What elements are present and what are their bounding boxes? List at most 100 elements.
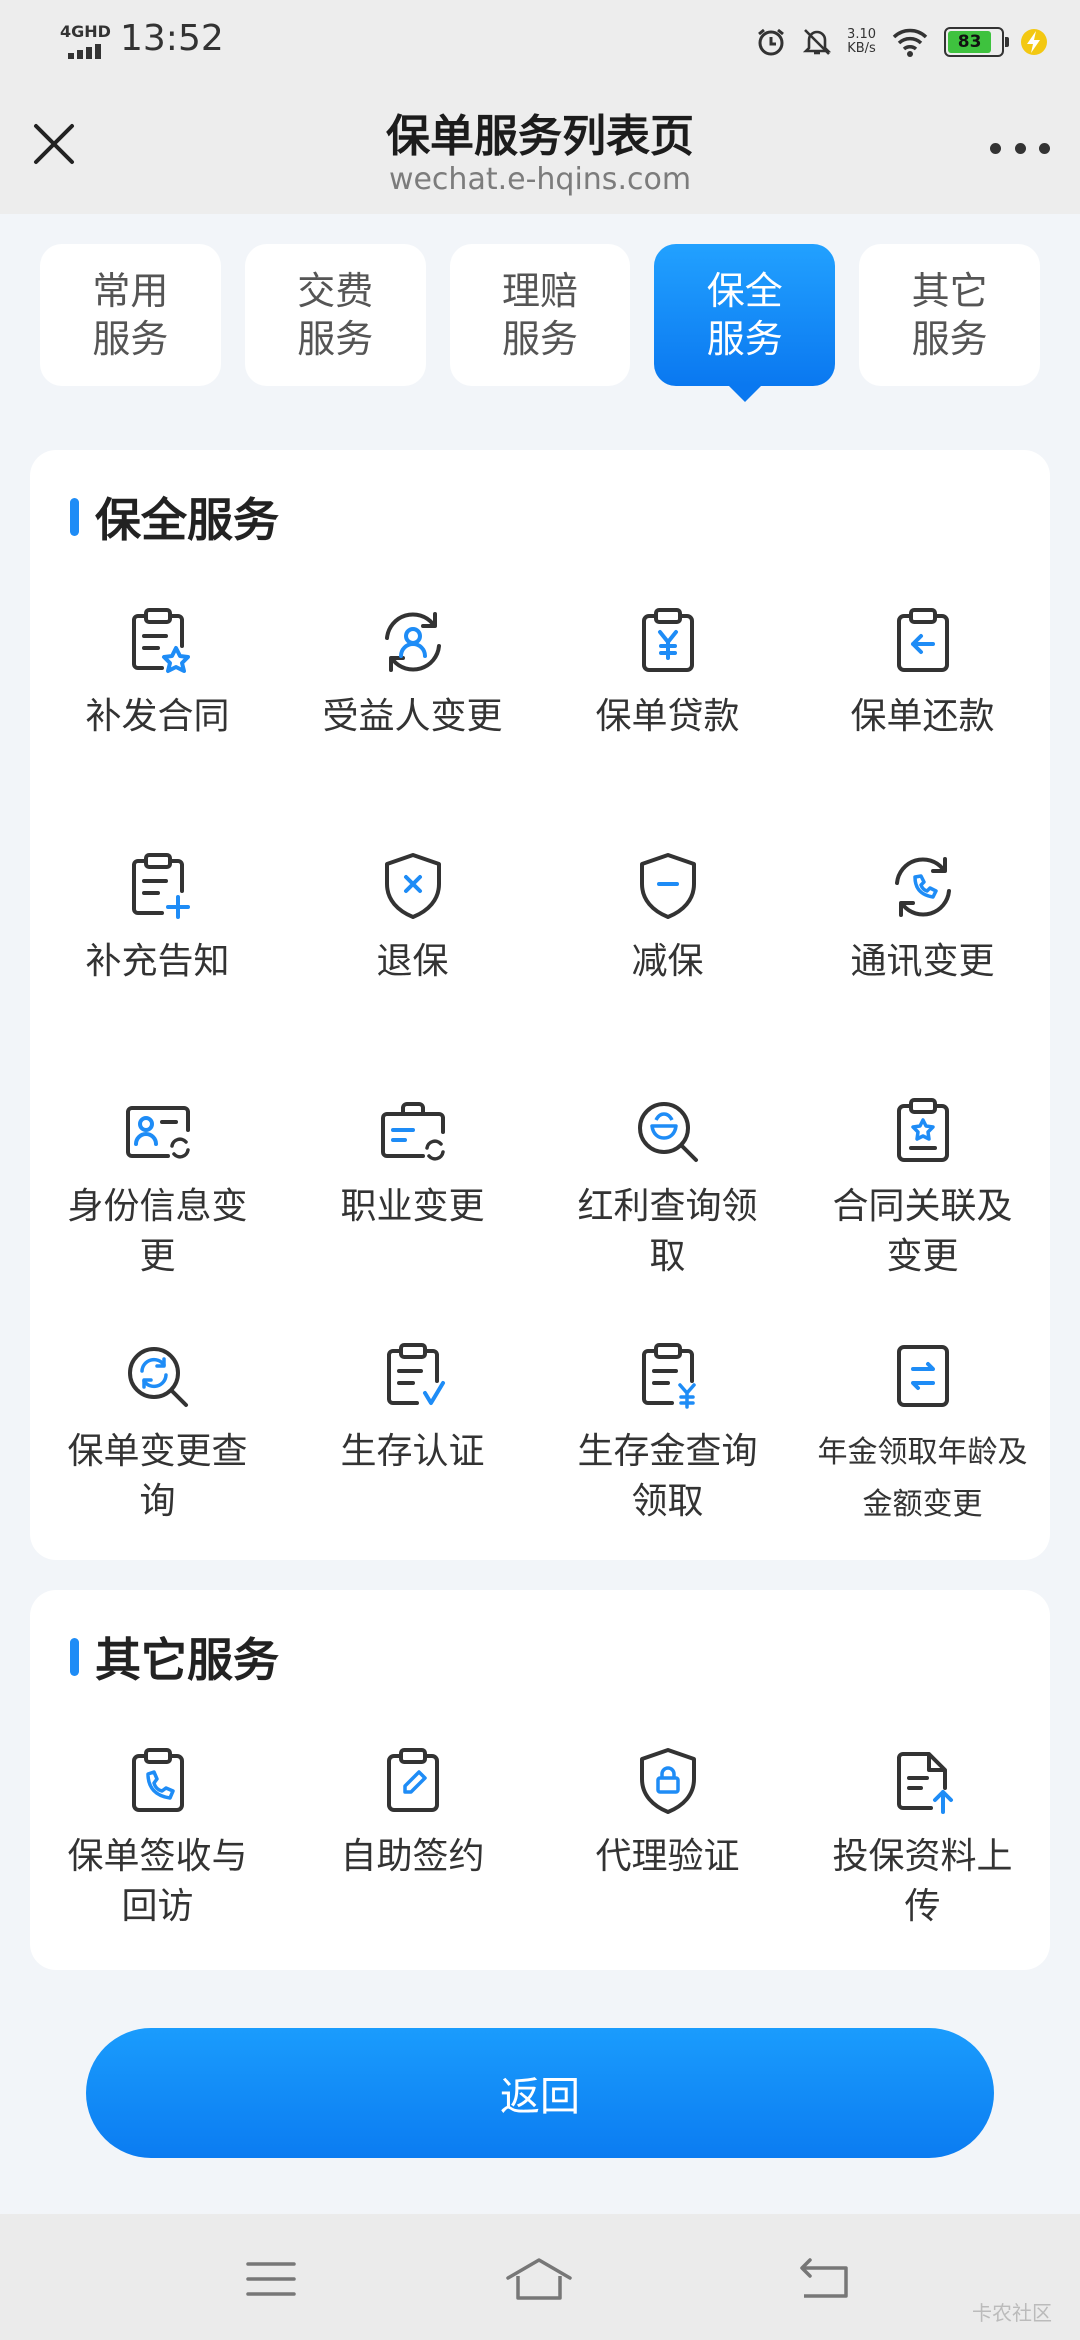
- speed-unit: KB/s: [847, 41, 876, 56]
- service-occupation-change[interactable]: 职业变更: [285, 1092, 540, 1337]
- network-type: 4GHD: [60, 22, 111, 41]
- service-agent-verify[interactable]: 代理验证: [540, 1742, 795, 1942]
- receipt-callback-icon: [131, 1748, 184, 1812]
- supplement-notice-icon: [131, 853, 190, 919]
- nav-home-button[interactable]: [504, 2254, 574, 2304]
- alarm-icon: [755, 26, 787, 58]
- service-label: 红利查询领取: [577, 1186, 758, 1277]
- tab-label-line1: 其它: [911, 269, 988, 313]
- battery-indicator: 83: [944, 27, 1009, 57]
- section-accent-bar: [70, 1638, 79, 1676]
- agent-verify-icon: [639, 1748, 696, 1814]
- policy-repay-icon: [896, 608, 949, 672]
- preservation-services-card: 保全服务 补发合同 受益人变更 保单贷款 保单还款 补充告知 退保 减保 通讯变…: [30, 450, 1050, 1560]
- service-contact-change[interactable]: 通讯变更: [795, 847, 1050, 1092]
- network-indicator: 4GHD: [60, 22, 112, 59]
- mute-icon: [801, 26, 833, 58]
- service-label: 减保: [631, 941, 704, 982]
- service-dividend-query[interactable]: 红利查询领取: [540, 1092, 795, 1337]
- service-supplement-notice[interactable]: 补充告知: [30, 847, 285, 1092]
- service-document-upload[interactable]: 投保资料上传: [795, 1742, 1050, 1942]
- surrender-icon: [384, 853, 441, 919]
- status-time: 13:52: [120, 18, 224, 59]
- service-reduce-coverage[interactable]: 减保: [540, 847, 795, 1092]
- tab-label-line1: 理赔: [501, 269, 578, 313]
- survival-auth-icon: [386, 1343, 445, 1405]
- service-beneficiary-change[interactable]: 受益人变更: [285, 602, 540, 847]
- service-policy-repay[interactable]: 保单还款: [795, 602, 1050, 847]
- tab-label-line2: 服务: [92, 317, 169, 361]
- category-tabs: 常用 服务 交费 服务 理赔 服务 保全 服务 其它 服务: [40, 244, 1040, 402]
- battery-level: 83: [948, 31, 992, 53]
- section-title: 保全服务: [70, 492, 279, 547]
- service-label: 身份信息变更: [67, 1186, 248, 1277]
- survival-benefit-icon: [641, 1343, 696, 1409]
- section-accent-bar: [70, 498, 79, 536]
- tab-label-line1: 交费: [297, 269, 374, 313]
- section-title: 其它服务: [70, 1632, 279, 1687]
- tab-other-services[interactable]: 其它 服务: [859, 244, 1040, 386]
- self-sign-icon: [386, 1748, 439, 1812]
- tab-claims-services[interactable]: 理赔 服务: [449, 244, 631, 386]
- charging-icon: [1018, 26, 1050, 58]
- document-upload-icon: [896, 1752, 953, 1814]
- status-icons: 3.10 KB/s 83: [755, 22, 1050, 62]
- tab-preservation-services[interactable]: 保全 服务: [654, 244, 836, 402]
- service-label: 受益人变更: [322, 696, 503, 737]
- page-title: 保单服务列表页: [386, 111, 694, 162]
- service-label: 保单变更查询: [67, 1431, 248, 1522]
- service-survival-benefit[interactable]: 生存金查询领取: [540, 1337, 795, 1582]
- service-grid: 补发合同 受益人变更 保单贷款 保单还款 补充告知 退保 减保 通讯变更 身份信…: [30, 602, 1050, 1582]
- annuity-change-icon: [896, 1345, 949, 1407]
- service-contract-reissue[interactable]: 补发合同: [30, 602, 285, 847]
- section-title-text: 保全服务: [95, 493, 279, 547]
- service-label: 职业变更: [340, 1186, 485, 1227]
- watermark: 卡农社区: [972, 2301, 1052, 2325]
- more-button[interactable]: [990, 136, 1050, 160]
- speed-value: 3.10: [847, 27, 876, 42]
- service-label: 自助签约: [340, 1836, 485, 1877]
- service-label: 合同关联及变更: [832, 1186, 1013, 1277]
- service-change-query[interactable]: 保单变更查询: [30, 1337, 285, 1582]
- service-label: 代理验证: [595, 1836, 740, 1877]
- tab-label-line2: 服务: [297, 317, 374, 361]
- service-label: 生存金查询领取: [577, 1431, 758, 1522]
- other-services-card: 其它服务 保单签收与回访 自助签约 代理验证 投保资料上传: [30, 1590, 1050, 1970]
- service-label: 保单签收与回访: [67, 1836, 248, 1927]
- back-icon: [800, 2258, 848, 2298]
- service-contract-link[interactable]: 合同关联及变更: [795, 1092, 1050, 1337]
- occupation-change-icon: [380, 1102, 445, 1161]
- service-label: 生存认证: [340, 1431, 485, 1472]
- nav-menu-button[interactable]: [236, 2254, 306, 2304]
- service-label: 保单还款: [850, 696, 995, 737]
- section-title-text: 其它服务: [95, 1633, 279, 1687]
- tab-label-line1: 保全: [706, 269, 783, 313]
- service-policy-loan[interactable]: 保单贷款: [540, 602, 795, 847]
- service-id-info-change[interactable]: 身份信息变更: [30, 1092, 285, 1337]
- service-self-sign[interactable]: 自助签约: [285, 1742, 540, 1942]
- tab-label-line2: 服务: [501, 317, 578, 361]
- service-label: 补发合同: [85, 696, 230, 737]
- service-grid: 保单签收与回访 自助签约 代理验证 投保资料上传: [30, 1742, 1050, 1942]
- service-receipt-callback[interactable]: 保单签收与回访: [30, 1742, 285, 1942]
- service-label: 通讯变更: [850, 941, 995, 982]
- beneficiary-change-icon: [384, 612, 441, 672]
- service-surrender[interactable]: 退保: [285, 847, 540, 1092]
- contact-change-icon: [894, 857, 951, 917]
- network-speed: 3.10 KB/s: [847, 28, 876, 56]
- tab-label-line2: 服务: [706, 317, 783, 361]
- more-icon: [990, 142, 1001, 154]
- service-label: 保单贷款: [595, 696, 740, 737]
- page-url: wechat.e-hqins.com: [388, 162, 692, 197]
- service-label: 投保资料上传: [832, 1836, 1013, 1927]
- service-label: 年金领取年龄及金额变更: [817, 1435, 1028, 1522]
- back-button[interactable]: 返回: [86, 2028, 994, 2158]
- tab-payment-services[interactable]: 交费 服务: [244, 244, 426, 386]
- service-annuity-change[interactable]: 年金领取年龄及金额变更: [795, 1337, 1050, 1582]
- id-info-change-icon: [125, 1106, 190, 1159]
- nav-back-button[interactable]: [790, 2254, 860, 2304]
- policy-loan-icon: [641, 608, 694, 672]
- service-label: 退保: [376, 941, 449, 982]
- tab-common-services[interactable]: 常用 服务: [40, 244, 221, 386]
- service-survival-auth[interactable]: 生存认证: [285, 1337, 540, 1582]
